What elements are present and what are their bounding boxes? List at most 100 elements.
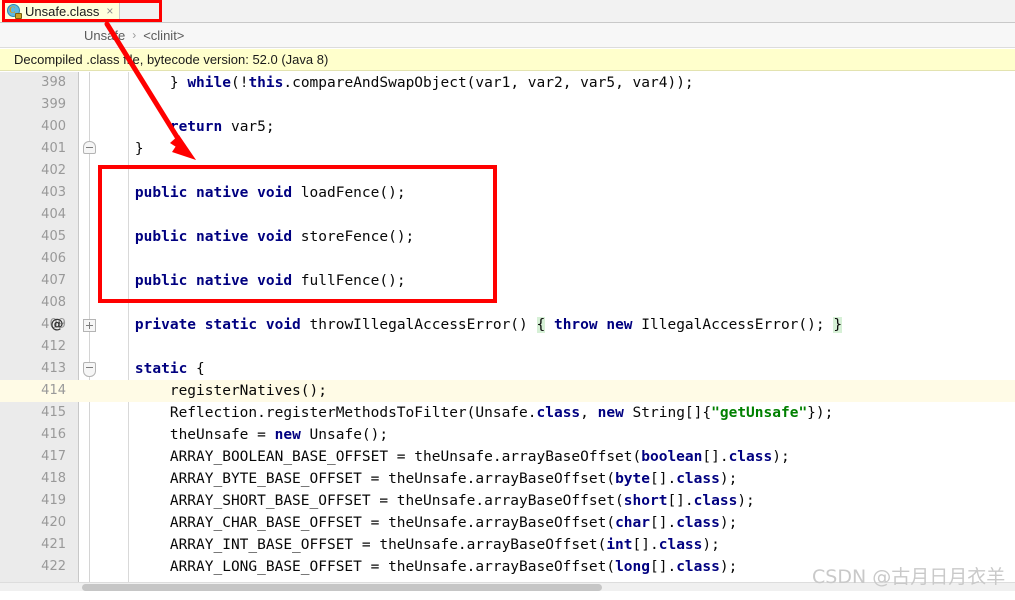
code-token: theUnsafe = — [100, 427, 275, 443]
line-number: 404 — [41, 207, 66, 222]
line-number: 413 — [41, 361, 66, 376]
code-line-row: 400 return var5; — [0, 116, 1015, 138]
code-line-text: static { — [100, 358, 205, 380]
code-line-row: 415 Reflection.registerMethodsToFilter(U… — [0, 402, 1015, 424]
code-token: public native void — [134, 273, 293, 289]
code-token: ); — [737, 493, 755, 509]
code-line-text: ARRAY_LONG_BASE_OFFSET = theUnsafe.array… — [100, 556, 737, 578]
code-token: ARRAY_LONG_BASE_OFFSET = theUnsafe.array… — [100, 559, 616, 575]
code-token: int — [606, 537, 633, 553]
code-line-row: 406 — [0, 248, 1015, 270]
editor-window: C Unsafe.class × Unsafe › <clinit> Decom… — [0, 0, 1015, 600]
code-token: ); — [772, 449, 790, 465]
code-line-text: ARRAY_BYTE_BASE_OFFSET = theUnsafe.array… — [100, 468, 737, 490]
fold-expand-icon[interactable] — [83, 319, 96, 332]
code-line-row: 422 ARRAY_LONG_BASE_OFFSET = theUnsafe.a… — [0, 556, 1015, 578]
code-line-row: 420 ARRAY_CHAR_BASE_OFFSET = theUnsafe.a… — [0, 512, 1015, 534]
code-token: { — [536, 317, 546, 333]
code-token: static — [134, 361, 188, 377]
code-line-text: registerNatives(); — [100, 380, 327, 402]
breadcrumb: Unsafe › <clinit> — [0, 23, 1015, 48]
code-line-text: theUnsafe = new Unsafe(); — [100, 424, 388, 446]
code-token: class — [728, 449, 773, 465]
code-editor[interactable]: 398 } while(!this.compareAndSwapObject(v… — [0, 72, 1015, 591]
code-token: IllegalAccessError(); — [632, 317, 834, 333]
code-token: []. — [649, 471, 677, 487]
line-number: 406 — [41, 251, 66, 266]
line-number: 402 — [41, 163, 66, 178]
code-token: }); — [807, 405, 834, 421]
chevron-right-icon: › — [132, 28, 137, 42]
horizontal-scrollbar-thumb[interactable] — [82, 584, 602, 591]
fold-collapse-icon[interactable] — [83, 362, 96, 377]
code-line-row: 401 } — [0, 138, 1015, 160]
code-token: ARRAY_SHORT_BASE_OFFSET = theUnsafe.arra… — [100, 493, 624, 509]
line-number: 415 — [41, 405, 66, 420]
code-token: ARRAY_CHAR_BASE_OFFSET = theUnsafe.array… — [100, 515, 616, 531]
code-line-row: 408 — [0, 292, 1015, 314]
code-token: class — [536, 405, 581, 421]
code-token: []. — [649, 515, 677, 531]
annotation-marker-icon[interactable]: @ — [47, 314, 67, 336]
code-line-row: 404 — [0, 204, 1015, 226]
code-token: class — [658, 537, 703, 553]
code-token: class — [676, 471, 720, 487]
code-token: public native void — [134, 229, 293, 245]
code-line-row: 409 @ private static void throwIllegalAcc… — [0, 314, 1015, 336]
code-token: throw new — [553, 317, 633, 333]
code-token: ); — [719, 559, 738, 575]
code-line-text: public native void fullFence(); — [100, 270, 406, 292]
line-number: 399 — [41, 97, 66, 112]
code-token: return — [169, 119, 223, 135]
code-token: private static void — [134, 317, 301, 333]
code-line-row: 399 — [0, 94, 1015, 116]
code-token: []. — [649, 559, 677, 575]
code-line-row: 413 static { — [0, 358, 1015, 380]
java-class-file-icon: C — [7, 4, 22, 19]
code-line-text: private static void throwIllegalAccessEr… — [100, 314, 843, 336]
line-number: 400 — [41, 119, 66, 134]
code-line-text: public native void loadFence(); — [100, 182, 406, 204]
code-token: short — [623, 493, 668, 509]
code-line-row: 421 ARRAY_INT_BASE_OFFSET = theUnsafe.ar… — [0, 534, 1015, 556]
line-number: 398 — [41, 75, 66, 90]
code-line-text: } — [100, 138, 144, 160]
code-line-text: ARRAY_INT_BASE_OFFSET = theUnsafe.arrayB… — [100, 534, 720, 556]
line-number: 414 — [41, 383, 66, 398]
code-line-row: 407 public native void fullFence(); — [0, 270, 1015, 292]
code-line-text: ARRAY_CHAR_BASE_OFFSET = theUnsafe.array… — [100, 512, 737, 534]
close-icon[interactable]: × — [103, 4, 113, 18]
code-token: String[]{ — [623, 405, 712, 421]
code-line-text: } while(!this.compareAndSwapObject(var1,… — [100, 72, 694, 94]
code-token: (! — [230, 75, 249, 91]
code-token: registerNatives(); — [100, 383, 327, 399]
code-token: while — [187, 75, 231, 91]
code-token: new — [274, 427, 301, 443]
line-number: 407 — [41, 273, 66, 288]
code-token: ); — [702, 537, 720, 553]
code-token: ARRAY_BOOLEAN_BASE_OFFSET = theUnsafe.ar… — [100, 449, 642, 465]
fold-collapse-icon[interactable] — [83, 141, 96, 154]
line-number: 421 — [41, 537, 66, 552]
tab-bar-filler — [120, 0, 1015, 22]
breadcrumb-item-member[interactable]: <clinit> — [143, 28, 184, 43]
tab-unsafe-class[interactable]: C Unsafe.class × — [0, 0, 121, 22]
code-token: ); — [719, 471, 738, 487]
code-token: ); — [719, 515, 738, 531]
code-line-row: 418 ARRAY_BYTE_BASE_OFFSET = theUnsafe.a… — [0, 468, 1015, 490]
code-token: ARRAY_INT_BASE_OFFSET = theUnsafe.arrayB… — [100, 537, 607, 553]
line-number: 408 — [41, 295, 66, 310]
code-token: Unsafe(); — [300, 427, 389, 443]
code-token: { — [187, 361, 205, 377]
horizontal-scrollbar[interactable] — [0, 582, 1015, 591]
code-line-row: 405 public native void storeFence(); — [0, 226, 1015, 248]
breadcrumb-item-class[interactable]: Unsafe — [84, 28, 125, 43]
code-token: class — [676, 559, 720, 575]
code-token: []. — [632, 537, 659, 553]
